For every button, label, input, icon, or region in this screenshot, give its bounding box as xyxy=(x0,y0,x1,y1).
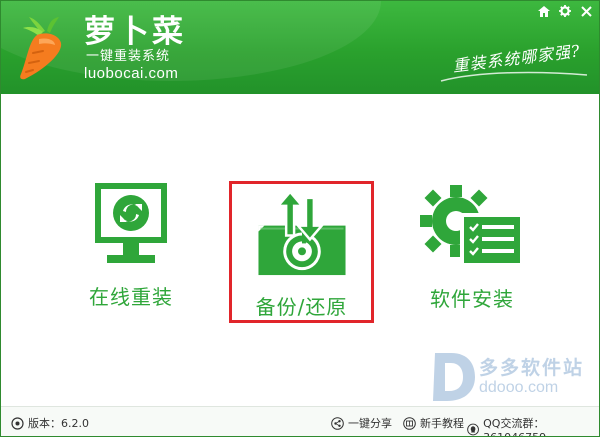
version-icon xyxy=(11,416,24,430)
logo-title: 萝卜菜 xyxy=(84,14,186,50)
backup-restore-button[interactable]: 备份/还原 xyxy=(229,181,374,323)
footer-bar: 版本：6.2.0 一键分享 新手教程 QQ交流群： xyxy=(1,406,599,436)
software-install-button[interactable]: 软件安装 xyxy=(413,181,531,312)
close-icon xyxy=(580,5,592,17)
qq-group-link[interactable]: QQ交流群：361046759 xyxy=(467,415,599,436)
home-icon xyxy=(538,5,550,17)
header-banner: 萝卜菜 一键重装系统 luobocai.com 重装系统哪家强? xyxy=(1,1,599,94)
ddooo-logo-icon xyxy=(433,353,475,401)
share-label: 一键分享 xyxy=(348,417,392,430)
home-button[interactable] xyxy=(535,3,553,19)
backup-restore-label: 备份/还原 xyxy=(255,295,348,319)
close-button[interactable] xyxy=(577,3,595,19)
carrot-logo-icon xyxy=(20,17,62,80)
share-icon xyxy=(331,416,344,430)
tutorial-label: 新手教程 xyxy=(420,417,464,430)
settings-button[interactable] xyxy=(556,3,574,19)
software-install-label: 软件安装 xyxy=(430,287,514,311)
online-reinstall-label: 在线重装 xyxy=(89,285,173,309)
logo-domain: luobocai.com xyxy=(84,65,179,82)
qq-icon xyxy=(467,423,479,436)
online-reinstall-button[interactable]: 在线重装 xyxy=(71,181,191,310)
tutorial-link[interactable]: 新手教程 xyxy=(403,415,464,431)
logo-text: 萝卜菜 一键重装系统 luobocai.com xyxy=(84,15,186,83)
gear-checklist-icon xyxy=(420,185,522,265)
watermark-domain: ddooo.com xyxy=(479,379,559,396)
watermark: 多多软件站 ddooo.com xyxy=(429,349,589,409)
backup-disk-icon xyxy=(257,190,346,276)
monitor-refresh-icon xyxy=(95,183,167,263)
app-window: 萝卜菜 一键重装系统 luobocai.com 重装系统哪家强? 在线重装 备份… xyxy=(0,0,600,437)
logo-subtitle: 一键重装系统 xyxy=(86,49,171,64)
slogan-swoosh xyxy=(440,71,588,82)
watermark-name: 多多软件站 xyxy=(479,357,585,379)
version-text: 版本：6.2.0 xyxy=(28,417,89,430)
share-link[interactable]: 一键分享 xyxy=(331,415,392,431)
gear-icon xyxy=(559,5,571,17)
version-info: 版本：6.2.0 xyxy=(11,415,89,431)
window-controls xyxy=(535,3,595,19)
qq-group-label: QQ交流群：361046759 xyxy=(483,417,546,436)
book-icon xyxy=(403,416,416,430)
